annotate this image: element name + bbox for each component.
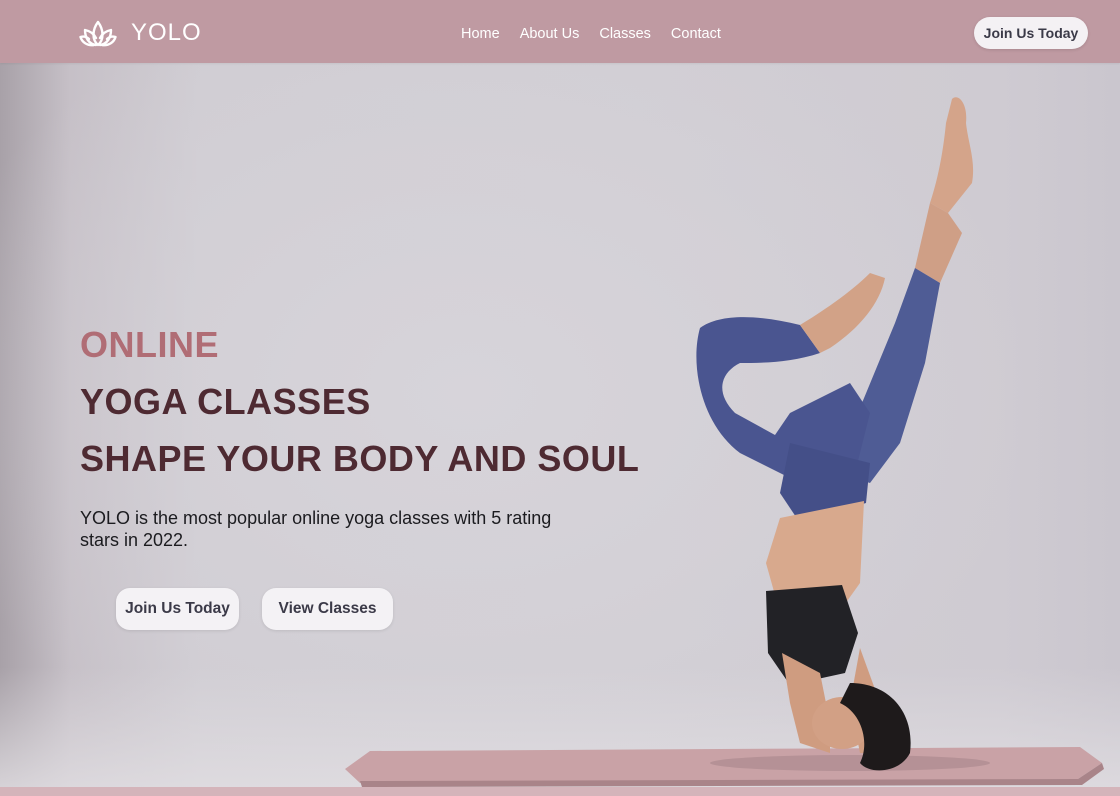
main-nav: Home About Us Classes Contact xyxy=(461,24,721,44)
brand-logo-link[interactable]: YOLO xyxy=(79,18,202,48)
hero-description: YOLO is the most popular online yoga cla… xyxy=(80,508,552,550)
hero-title: YOGA CLASSES xyxy=(80,381,371,422)
nav-link-home[interactable]: Home xyxy=(461,24,500,44)
join-us-button[interactable]: Join Us Today xyxy=(116,588,239,630)
yoga-pose-image xyxy=(345,97,1104,787)
view-classes-button[interactable]: View Classes xyxy=(262,588,393,630)
nav-link-contact[interactable]: Contact xyxy=(671,24,721,44)
hero-eyebrow: ONLINE xyxy=(80,324,220,365)
hero-section: ONLINE YOGA CLASSES SHAPE YOUR BODY AND … xyxy=(0,63,1120,787)
nav-join-button[interactable]: Join Us Today xyxy=(974,17,1088,49)
hero-subtitle: SHAPE YOUR BODY AND SOUL xyxy=(80,438,640,479)
brand-name: YOLO xyxy=(131,19,202,46)
footer-strip xyxy=(0,787,1120,796)
lotus-icon xyxy=(79,18,117,48)
navbar: YOLO Home About Us Classes Contact Join … xyxy=(0,0,1120,63)
nav-link-classes[interactable]: Classes xyxy=(599,24,651,44)
nav-link-about-us[interactable]: About Us xyxy=(520,24,580,44)
